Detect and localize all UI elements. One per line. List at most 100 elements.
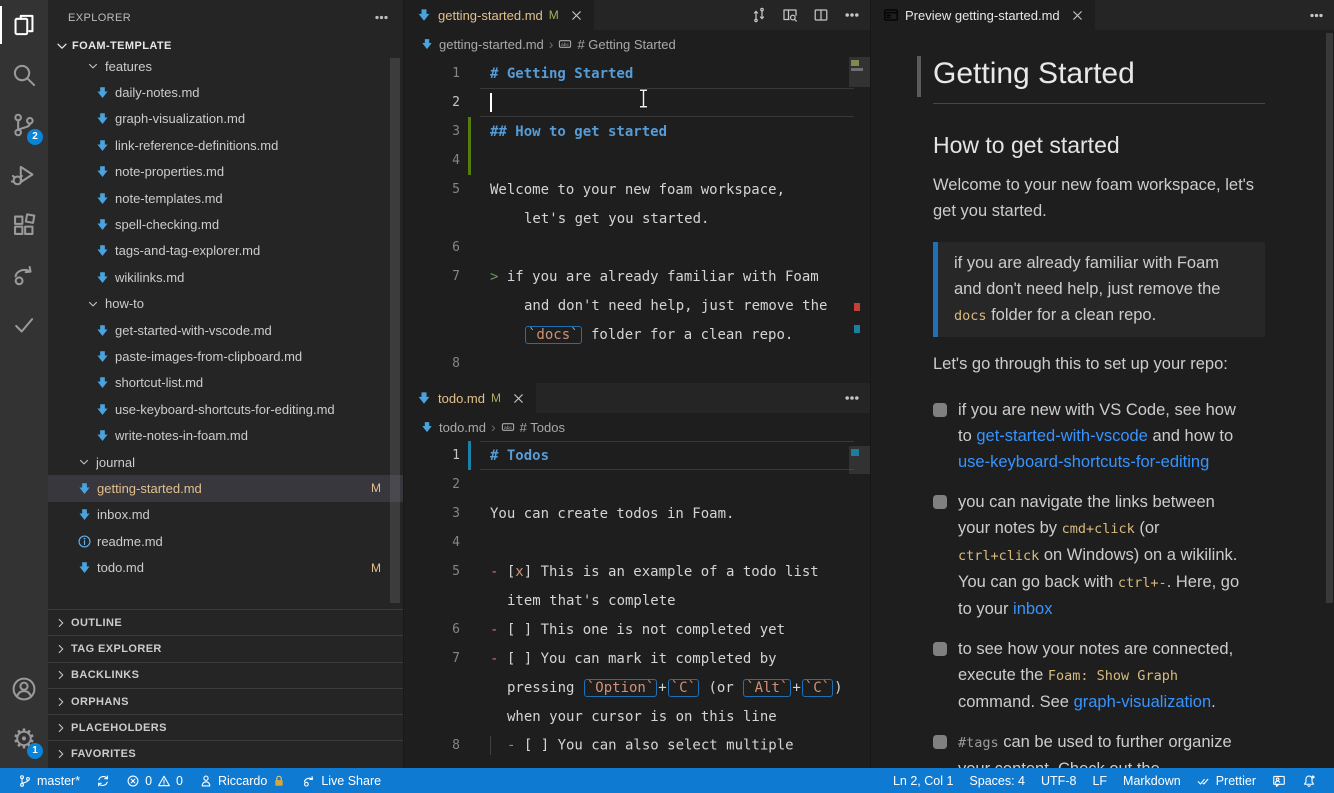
status-utf-8[interactable]: UTF-8 — [1033, 768, 1084, 793]
preview-link[interactable]: get-started-with-vscode — [976, 427, 1148, 445]
code-line-5[interactable]: 5 - [x] This is an example of a todo list — [404, 557, 870, 586]
close-icon[interactable] — [1070, 8, 1085, 23]
close-icon[interactable] — [511, 391, 526, 406]
file-use-keyboard-shortcuts-for-editing.md[interactable]: use-keyboard-shortcuts-for-editing.md — [48, 396, 403, 422]
code-line-6[interactable]: 6 - [ ] This one is not completed yet — [404, 615, 870, 644]
file-note-templates.md[interactable]: note-templates.md — [48, 185, 403, 211]
task-checkbox[interactable] — [933, 403, 947, 417]
code-line-1[interactable]: 1 # Todos — [404, 441, 870, 470]
activity-item-extensions[interactable] — [0, 200, 48, 250]
code-line-1[interactable]: 1 # Getting Started — [404, 59, 870, 88]
code-line-4[interactable]: 4 — [404, 528, 870, 557]
status-markdown[interactable]: Markdown — [1115, 768, 1189, 793]
tab-preview[interactable]: Preview getting-started.md — [871, 0, 1095, 30]
breadcrumb-item[interactable]: getting-started.md — [420, 37, 544, 52]
status-spaces-4[interactable]: Spaces: 4 — [961, 768, 1033, 793]
code-line-wrap[interactable]: `docs` folder for a clean repo. — [404, 320, 870, 349]
code-line-3[interactable]: 3 You can create todos in Foam. — [404, 499, 870, 528]
breadcrumb-item[interactable]: todo.md — [420, 420, 486, 435]
preview-link[interactable]: use-keyboard-shortcuts-for-editing — [958, 453, 1209, 471]
file-tags-and-tag-explorer.md[interactable]: tags-and-tag-explorer.md — [48, 238, 403, 264]
tab-todo[interactable]: todo.md M — [404, 383, 536, 413]
task-checkbox[interactable] — [933, 495, 947, 509]
file-write-notes-in-foam.md[interactable]: write-notes-in-foam.md — [48, 422, 403, 448]
breadcrumb-item[interactable]: abc # Getting Started — [558, 37, 676, 52]
activity-item-settings[interactable]: ⚙ 1 — [0, 714, 48, 764]
more-actions-icon[interactable] — [1309, 8, 1324, 23]
activity-item-source-control[interactable]: 2 — [0, 100, 48, 150]
task-checkbox[interactable] — [933, 642, 947, 656]
open-changes-icon[interactable] — [751, 7, 767, 23]
file-daily-notes.md[interactable]: daily-notes.md — [48, 79, 403, 105]
preview-link[interactable]: inbox — [1013, 600, 1052, 618]
status-sync[interactable] — [88, 768, 118, 793]
status-live-share[interactable]: Live Share — [294, 768, 389, 793]
code-line-wrap[interactable]: let's get you started. — [404, 204, 870, 233]
activity-item-account[interactable] — [0, 664, 48, 714]
code-line-wrap[interactable]: pressing `Option` + `C` (or `Alt` + `C`) — [404, 673, 870, 702]
status-prettier[interactable]: Prettier — [1189, 768, 1264, 793]
file-paste-images-from-clipboard.md[interactable]: paste-images-from-clipboard.md — [48, 343, 403, 369]
code-line-4[interactable]: 4 — [404, 146, 870, 175]
file-get-started-with-vscode.md[interactable]: get-started-with-vscode.md — [48, 317, 403, 343]
file-todo.md[interactable]: todo.md M — [48, 554, 403, 580]
code-line-8[interactable]: 8 - [ ] You can also select multiple — [404, 731, 870, 760]
status-ln-2-col-1[interactable]: Ln 2, Col 1 — [885, 768, 961, 793]
breadcrumb-item[interactable]: abc # Todos — [501, 420, 565, 435]
status-feedback[interactable] — [1264, 768, 1294, 793]
task-checkbox[interactable] — [933, 735, 947, 749]
tab-modified-badge: M — [548, 8, 559, 22]
file-note-properties.md[interactable]: note-properties.md — [48, 159, 403, 185]
status-riccardo[interactable]: Riccardo — [191, 768, 294, 793]
editor-todo[interactable]: 1 # Todos 2 3 You can create todos in Foam. 4… — [404, 441, 870, 760]
minimap[interactable] — [849, 446, 870, 474]
file-getting-started.md[interactable]: getting-started.md M — [48, 475, 403, 502]
more-icon[interactable] — [844, 390, 860, 406]
activity-item-tasks-check[interactable] — [0, 300, 48, 350]
code-line-wrap[interactable]: item that's complete — [404, 586, 870, 615]
code-line-7[interactable]: 7 > if you are already familiar with Foam — [404, 262, 870, 291]
file-readme.md[interactable]: readme.md — [48, 528, 403, 554]
status-lf[interactable]: LF — [1084, 768, 1115, 793]
open-preview-side-icon[interactable] — [782, 7, 798, 23]
code-line-3[interactable]: 3 ## How to get started — [404, 117, 870, 146]
preview-scrollbar[interactable] — [1326, 33, 1333, 603]
code-line-wrap[interactable]: and don't need help, just remove the — [404, 291, 870, 320]
code-line-2[interactable]: 2 — [404, 470, 870, 499]
code-line-5[interactable]: 5 Welcome to your new foam workspace, — [404, 175, 870, 204]
code-line-7[interactable]: 7 - [ ] You can mark it completed by — [404, 644, 870, 673]
section-outline[interactable]: OUTLINE — [48, 609, 403, 635]
activity-item-live-share[interactable] — [0, 250, 48, 300]
status-0[interactable]: 00 — [118, 768, 191, 793]
file-link-reference-definitions.md[interactable]: link-reference-definitions.md — [48, 132, 403, 158]
activity-item-search[interactable] — [0, 50, 48, 100]
status-bell[interactable] — [1294, 768, 1324, 793]
sidebar-scrollbar[interactable] — [390, 58, 400, 603]
section-placeholders[interactable]: PLACEHOLDERS — [48, 714, 403, 740]
folder-features[interactable]: features — [48, 53, 403, 79]
split-editor-icon[interactable] — [813, 7, 829, 23]
section-favorites[interactable]: FAVORITES — [48, 740, 403, 766]
file-shortcut-list.md[interactable]: shortcut-list.md — [48, 370, 403, 396]
file-graph-visualization.md[interactable]: graph-visualization.md — [48, 106, 403, 132]
activity-item-explorer[interactable] — [0, 0, 48, 50]
file-wikilinks.md[interactable]: wikilinks.md — [48, 264, 403, 290]
section-orphans[interactable]: ORPHANS — [48, 687, 403, 714]
section-tag-explorer[interactable]: TAG EXPLORER — [48, 635, 403, 661]
file-spell-checking.md[interactable]: spell-checking.md — [48, 211, 403, 237]
folder-journal[interactable]: journal — [48, 449, 403, 475]
code-line-6[interactable]: 6 — [404, 233, 870, 262]
more-icon[interactable] — [844, 7, 860, 23]
status-master-[interactable]: master* — [10, 768, 88, 793]
close-icon[interactable] — [569, 8, 584, 23]
preview-link[interactable]: graph-visualization — [1074, 693, 1212, 711]
code-line-8[interactable]: 8 — [404, 349, 870, 378]
folder-how-to[interactable]: how-to — [48, 291, 403, 317]
file-inbox.md[interactable]: inbox.md — [48, 502, 403, 528]
activity-item-run-debug[interactable] — [0, 150, 48, 200]
code-line-wrap[interactable]: when your cursor is on this line — [404, 702, 870, 731]
minimap[interactable] — [849, 57, 870, 87]
explorer-more-icon[interactable] — [374, 10, 389, 25]
section-backlinks[interactable]: BACKLINKS — [48, 661, 403, 688]
tab-getting-started[interactable]: getting-started.md M — [404, 0, 594, 30]
